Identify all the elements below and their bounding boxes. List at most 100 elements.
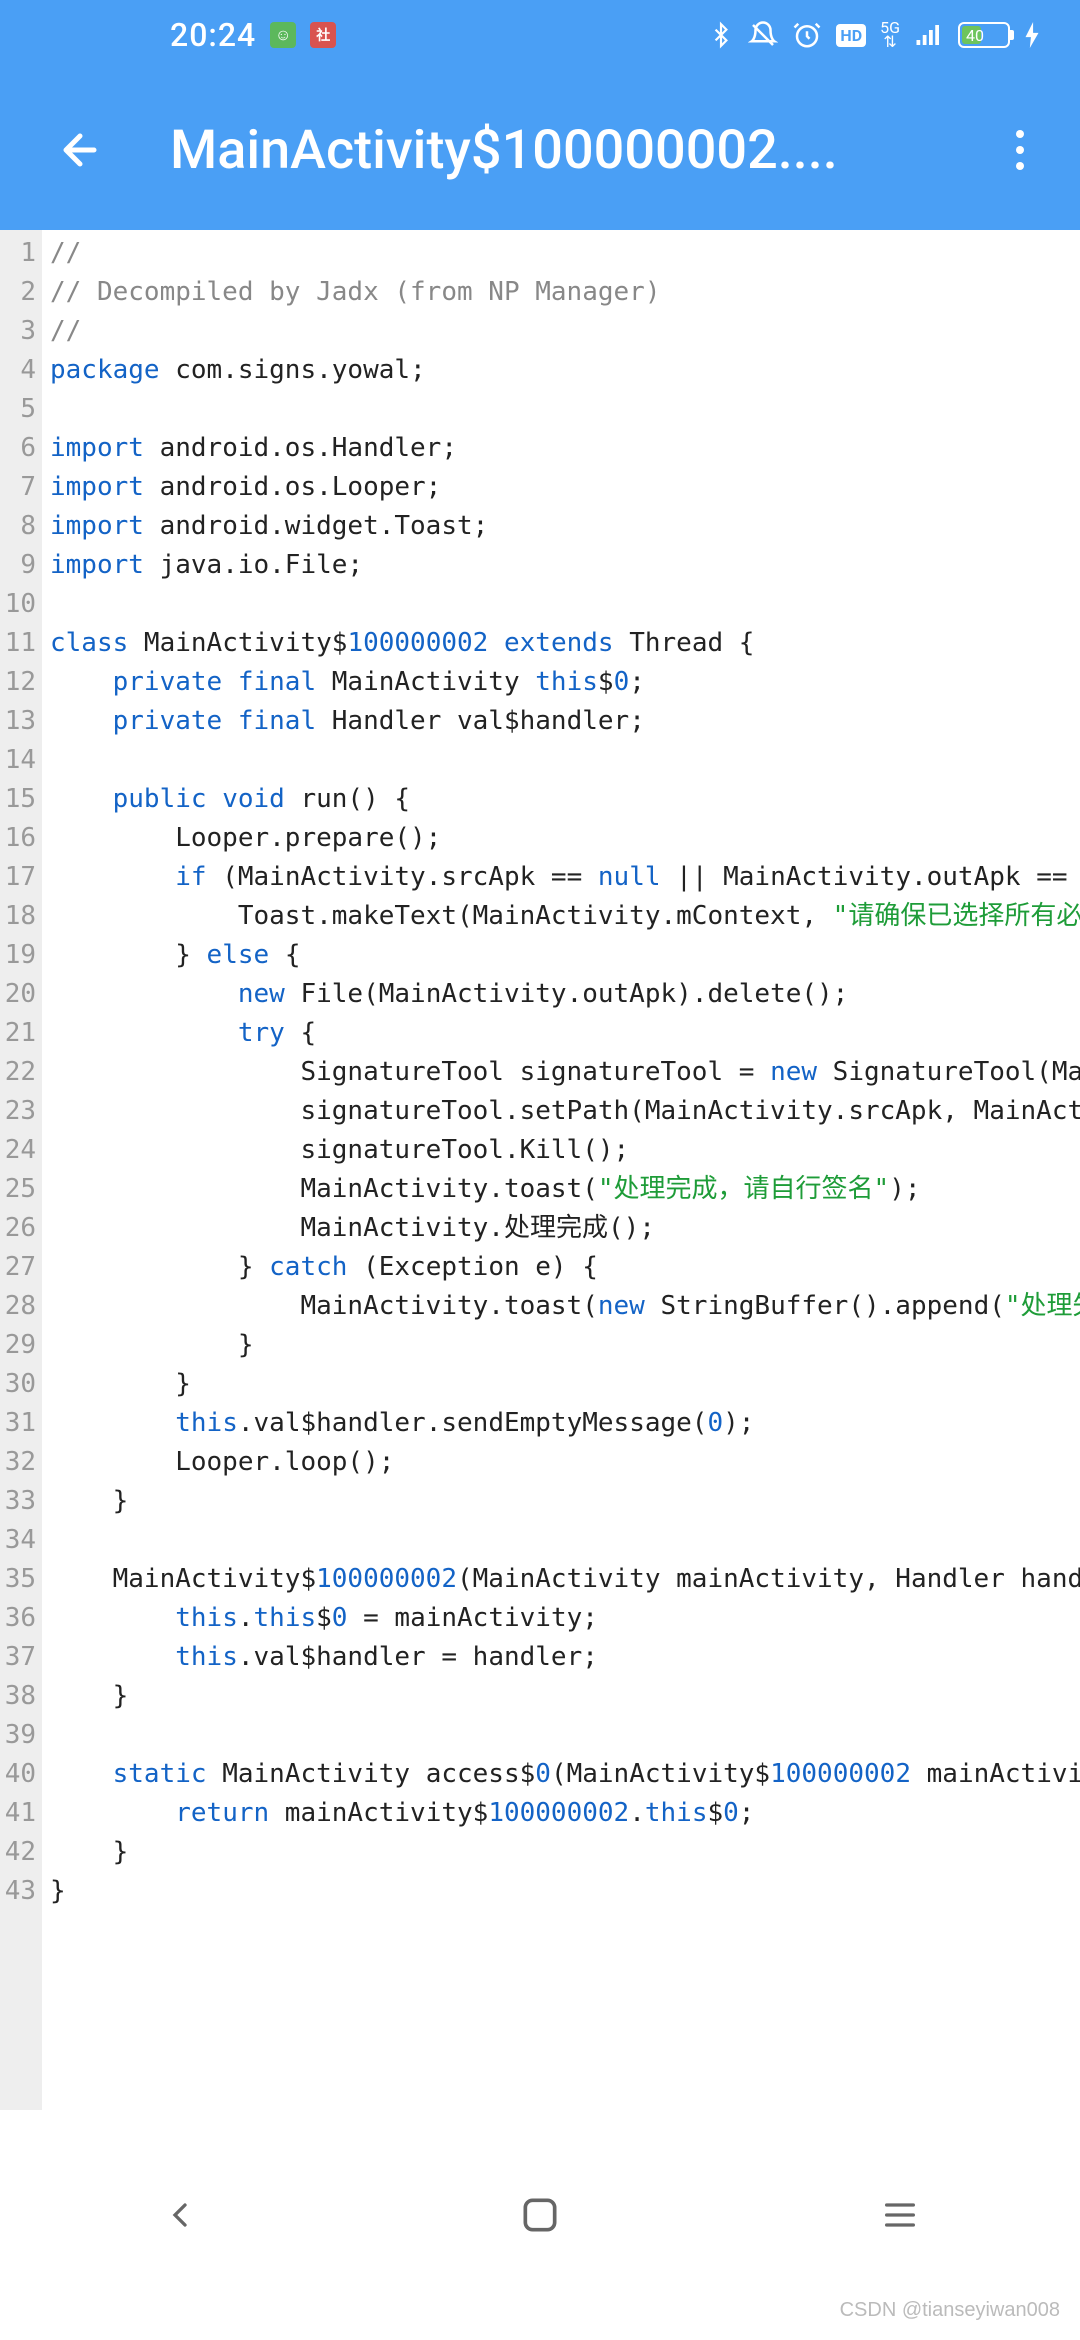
line-number: 34	[0, 1521, 42, 1560]
line-number: 13	[0, 702, 42, 741]
code-line[interactable]: package com.signs.yowal;	[50, 351, 1080, 390]
chevron-left-icon	[160, 2190, 200, 2240]
clock: 20:24	[170, 16, 256, 54]
code-line[interactable]: static MainActivity access$0(MainActivit…	[50, 1755, 1080, 1794]
code-line[interactable]: class MainActivity$100000002 extends Thr…	[50, 624, 1080, 663]
line-number: 35	[0, 1560, 42, 1599]
line-number: 40	[0, 1755, 42, 1794]
code-line[interactable]: import java.io.File;	[50, 546, 1080, 585]
code-line[interactable]	[50, 390, 1080, 429]
code-line[interactable]: MainActivity.toast(new StringBuffer().ap…	[50, 1287, 1080, 1326]
code-line[interactable]	[50, 1521, 1080, 1560]
dnd-icon	[748, 20, 778, 50]
line-number: 20	[0, 975, 42, 1014]
line-number: 7	[0, 468, 42, 507]
line-number: 37	[0, 1638, 42, 1677]
line-number: 31	[0, 1404, 42, 1443]
line-number: 17	[0, 858, 42, 897]
line-number: 26	[0, 1209, 42, 1248]
code-line[interactable]: if (MainActivity.srcApk == null || MainA…	[50, 858, 1080, 897]
code-line[interactable]	[50, 1716, 1080, 1755]
line-number-gutter: 1234567891011121314151617181920212223242…	[0, 230, 42, 2110]
code-line[interactable]: this.val$handler.sendEmptyMessage(0);	[50, 1404, 1080, 1443]
line-number: 15	[0, 780, 42, 819]
code-line[interactable]: }	[50, 1482, 1080, 1521]
nav-home-button[interactable]	[510, 2185, 570, 2245]
code-line[interactable]: } catch (Exception e) {	[50, 1248, 1080, 1287]
overflow-menu-button[interactable]	[990, 120, 1050, 180]
code-line[interactable]: }	[50, 1833, 1080, 1872]
code-line[interactable]: this.val$handler = handler;	[50, 1638, 1080, 1677]
code-line[interactable]: private final Handler val$handler;	[50, 702, 1080, 741]
status-left: 20:24 ☺ 社	[170, 16, 336, 54]
code-line[interactable]: Looper.prepare();	[50, 819, 1080, 858]
code-line[interactable]: // Decompiled by Jadx (from NP Manager)	[50, 273, 1080, 312]
code-line[interactable]: this.this$0 = mainActivity;	[50, 1599, 1080, 1638]
bluetooth-icon	[708, 20, 734, 50]
code-line[interactable]: SignatureTool signatureTool = new Signat…	[50, 1053, 1080, 1092]
code-line[interactable]: }	[50, 1365, 1080, 1404]
battery-icon: 40	[958, 22, 1010, 48]
status-right: HD 5G ⇅ 40	[708, 20, 1040, 50]
code-line[interactable]: signatureTool.Kill();	[50, 1131, 1080, 1170]
hd-badge-icon: HD	[836, 24, 866, 47]
nav-back-button[interactable]	[150, 2185, 210, 2245]
code-viewer[interactable]: 1234567891011121314151617181920212223242…	[0, 230, 1080, 2110]
line-number: 16	[0, 819, 42, 858]
line-number: 39	[0, 1716, 42, 1755]
code-line[interactable]: import android.os.Looper;	[50, 468, 1080, 507]
line-number: 30	[0, 1365, 42, 1404]
code-line[interactable]: signatureTool.setPath(MainActivity.srcAp…	[50, 1092, 1080, 1131]
code-line[interactable]	[50, 585, 1080, 624]
line-number: 23	[0, 1092, 42, 1131]
code-line[interactable]: return mainActivity$100000002.this$0;	[50, 1794, 1080, 1833]
line-number: 4	[0, 351, 42, 390]
code-line[interactable]: Looper.loop();	[50, 1443, 1080, 1482]
line-number: 10	[0, 585, 42, 624]
code-line[interactable]: MainActivity$100000002(MainActivity main…	[50, 1560, 1080, 1599]
code-line[interactable]: }	[50, 1872, 1080, 1911]
app-badge-red-icon: 社	[310, 22, 336, 48]
menu-lines-icon	[877, 2195, 923, 2235]
line-number: 38	[0, 1677, 42, 1716]
code-line[interactable]: }	[50, 1326, 1080, 1365]
code-line[interactable]: MainActivity.toast("处理完成，请自行签名");	[50, 1170, 1080, 1209]
nav-recent-button[interactable]	[870, 2185, 930, 2245]
code-line[interactable]: try {	[50, 1014, 1080, 1053]
line-number: 33	[0, 1482, 42, 1521]
code-line[interactable]	[50, 741, 1080, 780]
network-type: 5G ⇅	[880, 21, 900, 49]
code-content[interactable]: //// Decompiled by Jadx (from NP Manager…	[42, 230, 1080, 2110]
page-title: MainActivity$100000002....	[110, 119, 990, 182]
code-line[interactable]: }	[50, 1677, 1080, 1716]
line-number: 43	[0, 1872, 42, 1911]
line-number: 42	[0, 1833, 42, 1872]
code-line[interactable]: } else {	[50, 936, 1080, 975]
code-line[interactable]: MainActivity.处理完成();	[50, 1209, 1080, 1248]
system-nav-bar	[0, 2150, 1080, 2280]
line-number: 41	[0, 1794, 42, 1833]
line-number: 14	[0, 741, 42, 780]
code-line[interactable]: //	[50, 312, 1080, 351]
code-line[interactable]: import android.os.Handler;	[50, 429, 1080, 468]
code-line[interactable]: private final MainActivity this$0;	[50, 663, 1080, 702]
code-line[interactable]: import android.widget.Toast;	[50, 507, 1080, 546]
code-line[interactable]: public void run() {	[50, 780, 1080, 819]
line-number: 25	[0, 1170, 42, 1209]
signal-icon	[914, 22, 944, 48]
code-line[interactable]: //	[50, 234, 1080, 273]
code-line[interactable]: new File(MainActivity.outApk).delete();	[50, 975, 1080, 1014]
watermark: CSDN @tianseyiwan008	[840, 2299, 1060, 2322]
app-badge-green-icon: ☺	[270, 22, 296, 48]
line-number: 27	[0, 1248, 42, 1287]
dots-vertical-icon	[1016, 130, 1024, 138]
line-number: 19	[0, 936, 42, 975]
back-button[interactable]	[50, 120, 110, 180]
line-number: 24	[0, 1131, 42, 1170]
code-line[interactable]: Toast.makeText(MainActivity.mContext, "请…	[50, 897, 1080, 936]
line-number: 32	[0, 1443, 42, 1482]
arrow-left-icon	[56, 126, 104, 174]
app-bar: MainActivity$100000002....	[0, 70, 1080, 230]
line-number: 8	[0, 507, 42, 546]
charging-icon	[1024, 22, 1040, 48]
